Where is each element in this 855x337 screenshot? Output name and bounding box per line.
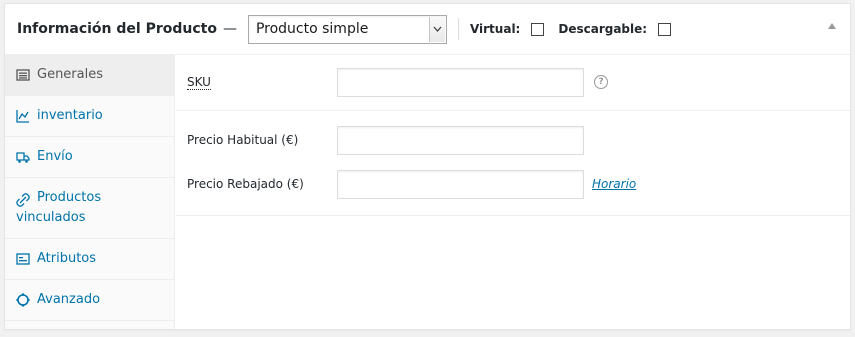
- product-type-value: Producto simple: [255, 21, 369, 37]
- product-data-panel: Información del Producto — Producto simp…: [4, 3, 851, 330]
- chevron-down-icon: [428, 16, 445, 42]
- downloadable-label: Descargable:: [558, 22, 648, 36]
- list-icon: [16, 69, 30, 81]
- panel-title: Información del Producto: [17, 21, 217, 37]
- regular-price-field: Precio Habitual (€): [176, 119, 850, 161]
- schedule-link[interactable]: Horario: [592, 177, 636, 191]
- sale-price-field: Precio Rebajado (€) Horario: [176, 161, 850, 207]
- regular-price-input[interactable]: [337, 125, 584, 155]
- sale-price-input[interactable]: [337, 169, 584, 199]
- attributes-icon: [16, 253, 30, 265]
- tab-inventory-label: inventario: [37, 108, 103, 123]
- regular-price-label: Precio Habitual (€): [187, 133, 299, 147]
- general-options-panel: SKU ? Precio Habitual (€) Precio Rebajad…: [176, 55, 850, 216]
- tab-shipping[interactable]: Envío: [5, 137, 174, 178]
- tab-shipping-label: Envío: [37, 149, 73, 164]
- sku-group: SKU ?: [176, 55, 850, 111]
- sku-input[interactable]: [337, 67, 584, 97]
- tab-advanced[interactable]: Avanzado: [5, 280, 174, 321]
- product-type-select[interactable]: Producto simple: [247, 14, 447, 44]
- panel-body: Generales inventario Envío Productos vin…: [5, 55, 850, 329]
- panel-header: Información del Producto — Producto simp…: [5, 4, 850, 55]
- sku-label: SKU: [187, 74, 211, 90]
- virtual-label: Virtual:: [469, 22, 521, 36]
- tab-attributes-label: Atributos: [37, 251, 97, 266]
- sku-field: SKU ?: [176, 63, 850, 101]
- tab-general[interactable]: Generales: [5, 55, 174, 96]
- tab-general-label: Generales: [37, 67, 104, 82]
- pricing-group: Precio Habitual (€) Precio Rebajado (€) …: [176, 111, 850, 216]
- tab-linked-products[interactable]: Productos vinculados: [5, 178, 174, 239]
- collapse-toggle-icon[interactable]: [828, 23, 836, 29]
- gear-icon: [16, 293, 30, 307]
- sale-price-label: Precio Rebajado (€): [187, 177, 304, 191]
- tab-advanced-label: Avanzado: [37, 292, 101, 307]
- product-data-tabs: Generales inventario Envío Productos vin…: [5, 55, 175, 329]
- tab-attributes[interactable]: Atributos: [5, 239, 174, 280]
- virtual-checkbox[interactable]: [531, 22, 545, 36]
- downloadable-checkbox[interactable]: [658, 22, 672, 36]
- truck-icon: [16, 152, 30, 163]
- link-icon: [16, 193, 30, 207]
- tab-linked-products-label: Productos vinculados: [16, 190, 102, 225]
- chart-icon: [16, 110, 29, 123]
- header-divider: [457, 18, 459, 40]
- help-icon[interactable]: ?: [594, 75, 608, 89]
- tab-inventory[interactable]: inventario: [5, 96, 174, 137]
- title-separator: —: [222, 21, 237, 37]
